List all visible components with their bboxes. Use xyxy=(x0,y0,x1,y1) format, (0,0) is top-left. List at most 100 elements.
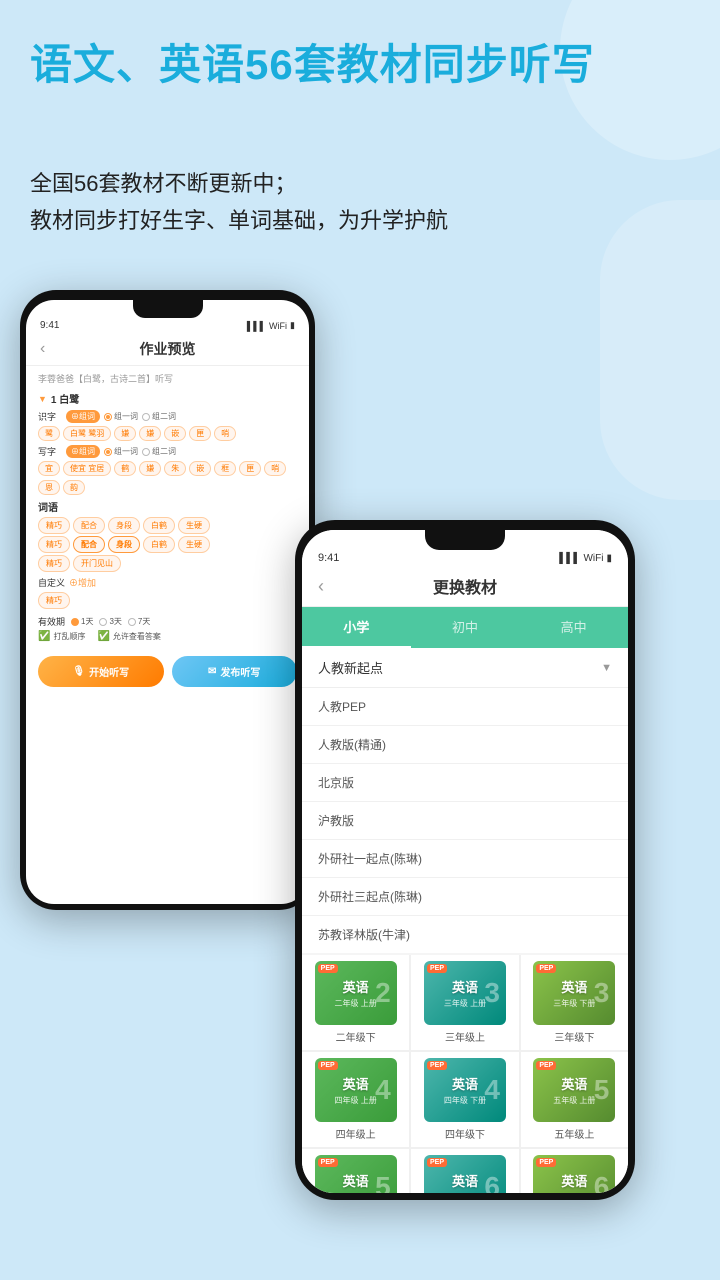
list-item[interactable]: 人教PEP xyxy=(302,688,628,726)
ciyu-8[interactable]: 身段 xyxy=(108,536,140,553)
chip-2[interactable]: 白鹭 鹭羽 xyxy=(63,426,111,441)
chip-w2[interactable]: 使宜 宜居 xyxy=(63,461,111,476)
ciyu-4[interactable]: 白鹤 xyxy=(143,517,175,534)
p1-custom-add-button[interactable]: ⊕增加 xyxy=(69,576,96,589)
p1-shizi-opt2[interactable]: 组二词 xyxy=(142,411,176,422)
tab-primary[interactable]: 小学 xyxy=(302,607,411,648)
book-label-3: 三年级下 xyxy=(554,1029,594,1044)
p1-check-answer[interactable]: ✅ 允许查看答案 xyxy=(97,631,160,642)
custom-chip-1[interactable]: 精巧 xyxy=(38,592,70,609)
p1-shizi-opt1[interactable]: 组一词 xyxy=(104,411,138,422)
book-item-1[interactable]: PEP 英语 二年级 上册 2 二年级下 xyxy=(302,955,409,1050)
book-item-3[interactable]: PEP 英语 三年级 下册 3 三年级下 xyxy=(521,955,628,1050)
book-item-8[interactable]: PEP 英语 六年级 上册 6 六年级上 xyxy=(411,1149,518,1193)
ciyu-1[interactable]: 精巧 xyxy=(38,517,70,534)
ciyu-5[interactable]: 生硬 xyxy=(178,517,210,534)
book-label-2: 三年级上 xyxy=(445,1029,485,1044)
p1-validity-dot-2 xyxy=(99,618,107,626)
chip-5[interactable]: 嵌 xyxy=(164,426,186,441)
ciyu-7[interactable]: 配合 xyxy=(73,536,105,553)
publish-listen-button[interactable]: ✉ 发布听写 xyxy=(172,656,298,687)
p2-time: 9:41 xyxy=(318,552,339,564)
book-item-7[interactable]: PEP 英语 五年级 下册 5 五年级下 xyxy=(302,1149,409,1193)
p1-xiezi-opt2[interactable]: 组二词 xyxy=(142,446,176,457)
list-item[interactable]: 外研社一起点(陈琳) xyxy=(302,840,628,878)
chip-w6[interactable]: 嵌 xyxy=(189,461,211,476)
chip-w11[interactable]: 韵 xyxy=(63,480,85,495)
p1-shizi-add[interactable]: ⊕组词 xyxy=(66,410,100,423)
phone-right-screen: 9:41 ▌▌▌ WiFi ▮ ‹ 更换教材 小学 初中 高中 人教新起点 ▼ … xyxy=(302,530,628,1193)
p2-signal-icon: ▌▌▌ xyxy=(559,553,580,564)
list-item[interactable]: 外研社三起点(陈琳) xyxy=(302,878,628,916)
p1-xiezi-row: 写字 ⊕组词 组一词 组二词 xyxy=(38,445,297,458)
p1-ciyu-row1: 精巧 配合 身段 白鹤 生硬 xyxy=(38,517,297,534)
ciyu-12[interactable]: 开门见山 xyxy=(73,555,121,572)
chip-w7[interactable]: 框 xyxy=(214,461,236,476)
phone-right-notch xyxy=(425,530,505,550)
book-item-6[interactable]: PEP 英语 五年级 上册 5 五年级上 xyxy=(521,1052,628,1147)
p2-dropdown-row[interactable]: 人教新起点 ▼ xyxy=(302,648,628,688)
p1-validity-label: 有效期 xyxy=(38,615,65,628)
phone-left-notch xyxy=(133,300,203,318)
p1-footer: 🎙 开始听写 ✉ 发布听写 xyxy=(26,656,309,697)
p1-validity-1day[interactable]: 1天 xyxy=(71,616,93,627)
p1-content-subtitle: 李蓉爸爸【白鹭，古诗二首】听写 xyxy=(38,372,297,385)
bg-arc xyxy=(600,200,720,500)
p1-section-arrow: ▼ xyxy=(38,394,47,404)
chip-w3[interactable]: 鹤 xyxy=(114,461,136,476)
book-cover-1: PEP 英语 二年级 上册 2 xyxy=(315,961,397,1025)
ciyu-6[interactable]: 精巧 xyxy=(38,536,70,553)
p2-book-grid: PEP 英语 二年级 上册 2 二年级下 PEP 英语 三年级 上册 3 xyxy=(302,955,628,1193)
p1-validity-7day[interactable]: 7天 xyxy=(128,616,150,627)
tab-high[interactable]: 高中 xyxy=(519,607,628,648)
p1-ciyu-row2: 精巧 配合 身段 白鹤 生硬 xyxy=(38,536,297,553)
chip-w9[interactable]: 哨 xyxy=(264,461,286,476)
chip-7[interactable]: 哨 xyxy=(214,426,236,441)
chip-w4[interactable]: 嫌 xyxy=(139,461,161,476)
list-item[interactable]: 人教版(精通) xyxy=(302,726,628,764)
p1-validity-3day[interactable]: 3天 xyxy=(99,616,121,627)
chip-4[interactable]: 嫌 xyxy=(139,426,161,441)
ciyu-9[interactable]: 白鹤 xyxy=(143,536,175,553)
book-item-5[interactable]: PEP 英语 四年级 下册 4 四年级下 xyxy=(411,1052,518,1147)
list-item[interactable]: 北京版 xyxy=(302,764,628,802)
p1-checkmark-answer: ✅ xyxy=(97,631,109,642)
p1-status-icons: ▌▌▌ WiFi ▮ xyxy=(247,320,295,331)
tab-middle[interactable]: 初中 xyxy=(411,607,520,648)
p1-xiezi-add[interactable]: ⊕组词 xyxy=(66,445,100,458)
book-item-9[interactable]: PEP 英语 六年级 下册 6 六年级下 xyxy=(521,1149,628,1193)
p1-back-button[interactable]: ‹ xyxy=(40,340,45,358)
chip-3[interactable]: 嫌 xyxy=(114,426,136,441)
phone-left-screen: 9:41 ▌▌▌ WiFi ▮ ‹ 作业预览 李蓉爸爸【白鹭，古诗二首】听写 ▼… xyxy=(26,300,309,904)
p1-shizi-chips: 鹭 白鹭 鹭羽 嫌 嫌 嵌 匣 哨 xyxy=(38,426,297,441)
chip-w8[interactable]: 匣 xyxy=(239,461,261,476)
p2-wifi-icon: WiFi xyxy=(583,553,603,564)
book-cover-7: PEP 英语 五年级 下册 5 xyxy=(315,1155,397,1193)
list-item[interactable]: 苏教译林版(牛津) xyxy=(302,916,628,953)
start-icon: 🎙 xyxy=(72,666,85,677)
book-item-4[interactable]: PEP 英语 四年级 上册 4 四年级上 xyxy=(302,1052,409,1147)
p1-check-order[interactable]: ✅ 打乱顺序 xyxy=(38,631,85,642)
chip-1[interactable]: 鹭 xyxy=(38,426,60,441)
p1-ciyu-row3: 精巧 开门见山 xyxy=(38,555,297,572)
p1-xiezi-opt1[interactable]: 组一词 xyxy=(104,446,138,457)
p1-validity-row: 有效期 1天 3天 7天 xyxy=(38,615,297,628)
chip-w1[interactable]: 宜 xyxy=(38,461,60,476)
chip-w10[interactable]: 恩 xyxy=(38,480,60,495)
book-label-4: 四年级上 xyxy=(336,1126,376,1141)
chip-6[interactable]: 匣 xyxy=(189,426,211,441)
p1-time: 9:41 xyxy=(40,320,59,331)
book-item-2[interactable]: PEP 英语 三年级 上册 3 三年级上 xyxy=(411,955,518,1050)
chip-w5[interactable]: 朱 xyxy=(164,461,186,476)
ciyu-10[interactable]: 生硬 xyxy=(178,536,210,553)
ciyu-11[interactable]: 精巧 xyxy=(38,555,70,572)
p2-back-button[interactable]: ‹ xyxy=(318,576,324,597)
book-label-6: 五年级上 xyxy=(554,1126,594,1141)
ciyu-2[interactable]: 配合 xyxy=(73,517,105,534)
p1-validity-dot-1 xyxy=(71,618,79,626)
p1-screen-title: 作业预览 xyxy=(140,339,196,359)
ciyu-3[interactable]: 身段 xyxy=(108,517,140,534)
list-item[interactable]: 沪教版 xyxy=(302,802,628,840)
phone-left: 9:41 ▌▌▌ WiFi ▮ ‹ 作业预览 李蓉爸爸【白鹭，古诗二首】听写 ▼… xyxy=(20,290,315,910)
start-listen-button[interactable]: 🎙 开始听写 xyxy=(38,656,164,687)
